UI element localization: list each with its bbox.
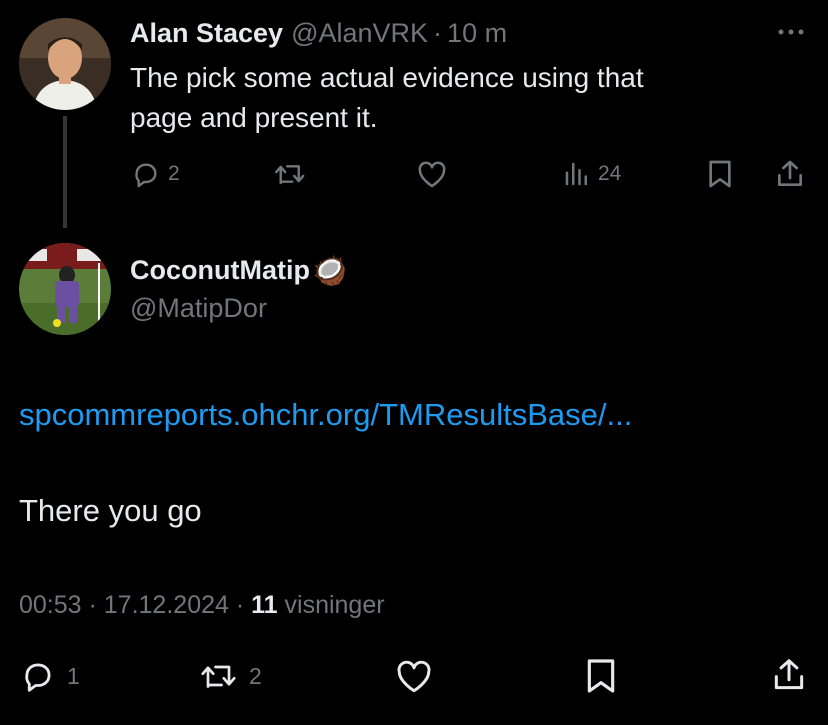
coconut-emoji-icon: 🥥 bbox=[311, 254, 347, 286]
main-retweet-icon bbox=[199, 657, 241, 695]
author-handle[interactable]: @AlanVRK bbox=[291, 18, 428, 49]
main-author-handle[interactable]: @MatipDor bbox=[130, 291, 267, 325]
views-count: 24 bbox=[598, 162, 622, 185]
avatar-alan[interactable] bbox=[19, 18, 111, 110]
views-count-main: 11 bbox=[251, 591, 278, 619]
post-time[interactable]: 10 m bbox=[447, 18, 507, 49]
views-action[interactable]: 24 bbox=[562, 158, 621, 190]
avatar-alan-image bbox=[19, 18, 111, 110]
avatar-coconutmatip-image bbox=[19, 243, 111, 335]
reply-text: The pick some actual evidence using that… bbox=[130, 58, 810, 138]
reply-action[interactable]: 2 bbox=[130, 158, 180, 190]
reply-count: 2 bbox=[168, 162, 180, 185]
header-separator: · bbox=[433, 17, 443, 48]
main-reply-count: 1 bbox=[67, 662, 80, 689]
thread-line bbox=[63, 116, 67, 228]
reply-text-line-2: page and present it. bbox=[130, 102, 378, 133]
reply-text-line-1: The pick some actual evidence using that bbox=[130, 62, 644, 93]
main-share-icon[interactable] bbox=[770, 656, 808, 694]
main-retweet-action[interactable]: 2 bbox=[199, 657, 262, 695]
main-author-name[interactable]: CoconutMatip bbox=[130, 255, 310, 286]
main-author-row: CoconutMatip 🥥 bbox=[130, 252, 347, 288]
views-chart-icon bbox=[562, 159, 592, 189]
more-options-icon[interactable] bbox=[776, 24, 806, 40]
bookmark-icon[interactable] bbox=[706, 158, 734, 190]
main-retweet-count: 2 bbox=[249, 662, 262, 689]
reply-header: Alan Stacey @AlanVRK · 10 m bbox=[130, 16, 507, 50]
evidence-link[interactable]: spcommreports.ohchr.org/TMResultsBase/..… bbox=[19, 395, 632, 435]
main-reply-icon bbox=[19, 657, 57, 695]
main-tweet-text: There you go bbox=[19, 493, 202, 528]
main-reply-action[interactable]: 1 bbox=[19, 657, 80, 695]
like-icon[interactable] bbox=[416, 159, 448, 189]
share-icon[interactable] bbox=[774, 158, 806, 190]
reply-icon bbox=[130, 158, 162, 190]
views-label: visninger bbox=[277, 591, 385, 619]
retweet-icon[interactable] bbox=[273, 158, 309, 190]
avatar-coconutmatip[interactable] bbox=[19, 243, 111, 335]
timestamp[interactable]: 00:53 · 17.12.2024 · bbox=[19, 588, 251, 622]
main-like-icon[interactable] bbox=[394, 658, 434, 694]
tweet-meta: 00:53 · 17.12.2024 · 11 visninger bbox=[19, 588, 385, 622]
author-name[interactable]: Alan Stacey bbox=[130, 18, 283, 49]
main-bookmark-icon[interactable] bbox=[584, 656, 618, 696]
